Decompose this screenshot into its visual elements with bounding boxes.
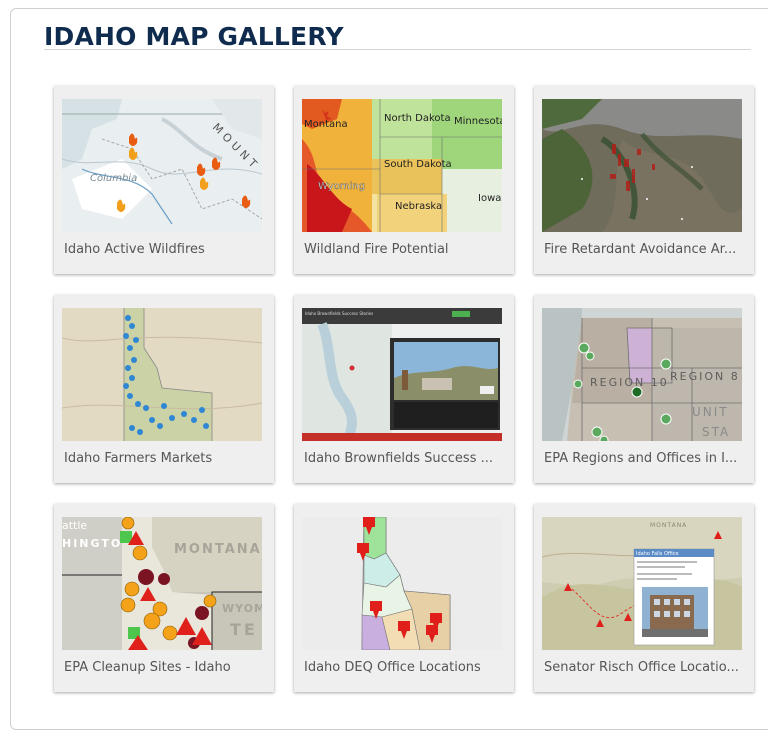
card-caption[interactable]: Idaho Active Wildfires xyxy=(64,242,264,257)
farmers-markets-map-image xyxy=(62,308,262,441)
office-popup-title: Idaho Falls Office xyxy=(636,551,679,557)
map-label-sta: STA xyxy=(702,425,730,439)
gallery-card-fire-retardant[interactable]: Fire Retardant Avoidance Ar... xyxy=(534,86,754,274)
map-label-te: TE xyxy=(230,620,258,639)
thumbnail-epa-cleanup[interactable]: attle HINGTO MONTANA WYOM TE xyxy=(62,517,262,650)
map-label-unit: UNIT xyxy=(692,405,729,419)
thumbnail-active-wildfires[interactable]: Columbia MOUNT xyxy=(62,99,262,232)
page-title: IDAHO MAP GALLERY xyxy=(44,22,344,51)
map-label-montana: Montana xyxy=(304,119,348,130)
map-label-iowa: Iowa xyxy=(478,193,501,204)
card-caption[interactable]: EPA Cleanup Sites - Idaho xyxy=(64,660,264,675)
gallery-card-fire-potential[interactable]: North Dakota Minnesota Montana South Dak… xyxy=(294,86,514,274)
fire-retardant-map-image xyxy=(542,99,742,232)
map-label-nebraska: Nebraska xyxy=(395,201,442,212)
fire-potential-map-image: North Dakota Minnesota Montana South Dak… xyxy=(302,99,502,232)
map-label-washington: HINGTO xyxy=(62,537,122,550)
map-label-north-dakota: North Dakota xyxy=(384,113,451,124)
risch-offices-map-image: MONTANA Idaho Falls Office xyxy=(542,517,742,650)
map-label-wyoming: Wyoming xyxy=(318,181,365,192)
card-caption[interactable]: Idaho Brownfields Success ... xyxy=(304,451,504,466)
gallery-card-brownfields[interactable]: Idaho Brownfields Success Stories Idaho … xyxy=(294,295,514,483)
map-label-minnesota: Minnesota xyxy=(454,116,502,127)
thumbnail-deq-offices[interactable] xyxy=(302,517,502,650)
wildfires-map-image: Columbia MOUNT xyxy=(62,99,262,232)
gallery-card-epa-regions[interactable]: REGION 10 REGION 8 UNIT STA EPA Regions … xyxy=(534,295,754,483)
deq-offices-map-image xyxy=(302,517,502,650)
map-label-wyoming: WYOM xyxy=(222,602,262,615)
card-caption[interactable]: Wildland Fire Potential xyxy=(304,242,504,257)
map-label-south-dakota: South Dakota xyxy=(384,159,452,170)
card-caption[interactable]: Idaho Farmers Markets xyxy=(64,451,264,466)
gallery-card-risch-offices[interactable]: MONTANA Idaho Falls Office Senator Risch… xyxy=(534,504,754,692)
epa-cleanup-map-image: attle HINGTO MONTANA WYOM TE xyxy=(62,517,262,650)
thumbnail-brownfields[interactable]: Idaho Brownfields Success Stories xyxy=(302,308,502,441)
thumbnail-fire-retardant[interactable] xyxy=(542,99,742,232)
gallery-card-farmers-markets[interactable]: Idaho Farmers Markets xyxy=(54,295,274,483)
gallery-card-deq-offices[interactable]: Idaho DEQ Office Locations xyxy=(294,504,514,692)
thumbnail-risch-offices[interactable]: MONTANA Idaho Falls Office xyxy=(542,517,742,650)
card-caption[interactable]: EPA Regions and Offices in I... xyxy=(544,451,744,466)
thumbnail-fire-potential[interactable]: North Dakota Minnesota Montana South Dak… xyxy=(302,99,502,232)
brownfields-story-image: Idaho Brownfields Success Stories xyxy=(302,308,502,441)
map-label-seattle: attle xyxy=(62,519,87,532)
map-label-montana: MONTANA xyxy=(650,522,687,529)
epa-regions-map-image: REGION 10 REGION 8 UNIT STA xyxy=(542,308,742,441)
thumbnail-epa-regions[interactable]: REGION 10 REGION 8 UNIT STA xyxy=(542,308,742,441)
map-label-region-8: REGION 8 xyxy=(670,370,740,383)
card-caption[interactable]: Fire Retardant Avoidance Ar... xyxy=(544,242,744,257)
card-caption[interactable]: Senator Risch Office Locatio... xyxy=(544,660,744,675)
thumbnail-farmers-markets[interactable] xyxy=(62,308,262,441)
title-divider xyxy=(44,49,751,50)
map-label-region-10: REGION 10 xyxy=(590,376,669,389)
story-map-header: Idaho Brownfields Success Stories xyxy=(305,311,373,316)
card-caption[interactable]: Idaho DEQ Office Locations xyxy=(304,660,504,675)
gallery-card-epa-cleanup[interactable]: attle HINGTO MONTANA WYOM TE EPA Cleanup… xyxy=(54,504,274,692)
gallery-card-active-wildfires[interactable]: Columbia MOUNT Idaho Active Wildfires xyxy=(54,86,274,274)
map-label-montana: MONTANA xyxy=(174,542,262,557)
map-label-columbia: Columbia xyxy=(90,173,137,184)
